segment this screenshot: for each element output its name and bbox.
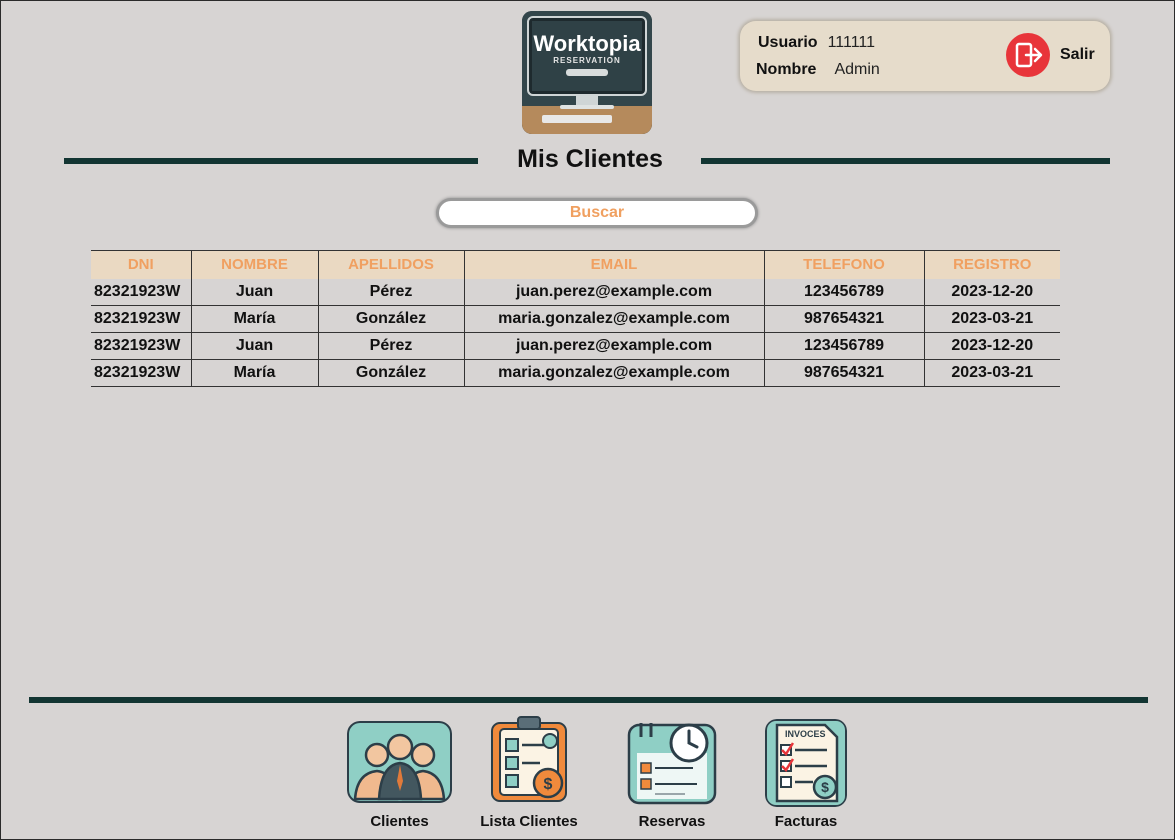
logo-name: Worktopia (533, 31, 641, 56)
nav-lista-clientes[interactable]: $ Lista Clientes (479, 716, 579, 830)
column-header-nombre: NOMBRE (190, 250, 318, 279)
title-rule-left (64, 158, 478, 164)
nav-facturas-label: Facturas (774, 813, 838, 830)
cell-registro: 2023-12-20 (923, 332, 1060, 360)
cell-telefono: 123456789 (763, 278, 924, 306)
cell-telefono: 987654321 (763, 359, 924, 387)
svg-text:$: $ (821, 779, 829, 795)
cell-apellidos: Pérez (317, 332, 464, 360)
cell-registro: 2023-03-21 (923, 359, 1060, 387)
cell-nombre: María (190, 359, 318, 387)
nav-clientes-label: Clientes (370, 813, 429, 830)
nav-lista-clientes-label: Lista Clientes (480, 813, 578, 830)
nav-reservas[interactable]: Reservas (627, 721, 717, 830)
nav-facturas[interactable]: INVOCES $ Facturas (765, 719, 847, 830)
cell-nombre: Juan (190, 278, 318, 306)
search-button[interactable]: Buscar (436, 198, 758, 228)
clients-group-icon (347, 721, 452, 803)
cell-apellidos: Pérez (317, 278, 464, 306)
client-list-clipboard-icon: $ (491, 716, 567, 802)
cell-nombre: María (190, 305, 318, 333)
table-row[interactable]: 82321923W María González maria.gonzalez@… (91, 359, 1060, 387)
cell-email: juan.perez@example.com (463, 332, 764, 360)
user-panel: Usuario 111111 Nombre Admin Salir (740, 21, 1110, 91)
cell-registro: 2023-12-20 (923, 278, 1060, 306)
page-title: Mis Clientes (517, 145, 663, 173)
logout-icon (1015, 42, 1043, 68)
table-row[interactable]: 82321923W Juan Pérez juan.perez@example.… (91, 332, 1060, 360)
cell-email: juan.perez@example.com (463, 278, 764, 306)
column-header-registro: REGISTRO (923, 250, 1060, 279)
cell-email: maria.gonzalez@example.com (463, 305, 764, 333)
cell-telefono: 123456789 (763, 332, 924, 360)
reservations-clock-icon (627, 723, 717, 805)
cell-registro: 2023-03-21 (923, 305, 1060, 333)
cell-dni: 82321923W (91, 305, 191, 333)
table-row[interactable]: 82321923W María González maria.gonzalez@… (91, 305, 1060, 333)
logout-button[interactable] (1006, 33, 1050, 77)
cell-nombre: Juan (190, 332, 318, 360)
cell-apellidos: González (317, 305, 464, 333)
clients-table: DNI NOMBRE APELLIDOS EMAIL TELEFONO REGI… (91, 250, 1060, 387)
worktopia-logo: Worktopia RESERVATION (522, 11, 652, 134)
table-header-row: DNI NOMBRE APELLIDOS EMAIL TELEFONO REGI… (91, 250, 1060, 279)
cell-email: maria.gonzalez@example.com (463, 359, 764, 387)
invoices-document-icon: INVOCES $ (765, 719, 847, 807)
cell-telefono: 987654321 (763, 305, 924, 333)
svg-text:INVOCES: INVOCES (785, 729, 826, 739)
svg-text:$: $ (544, 776, 553, 793)
footer-rule (29, 697, 1148, 703)
usuario-label: Usuario (758, 34, 818, 51)
table-row[interactable]: 82321923W Juan Pérez juan.perez@example.… (91, 278, 1060, 306)
column-header-email: EMAIL (463, 250, 764, 279)
usuario-value: 111111 (827, 34, 876, 51)
nombre-label: Nombre (756, 61, 817, 78)
column-header-dni: DNI (91, 250, 191, 279)
nombre-row: Nombre Admin (756, 61, 880, 79)
logout-label[interactable]: Salir (1060, 46, 1095, 64)
title-rule-right (701, 158, 1110, 164)
nombre-value: Admin (834, 61, 880, 78)
column-header-telefono: TELEFONO (763, 250, 924, 279)
column-header-apellidos: APELLIDOS (317, 250, 464, 279)
logo-subtitle: RESERVATION (553, 56, 620, 65)
cell-dni: 82321923W (91, 359, 191, 387)
cell-apellidos: González (317, 359, 464, 387)
usuario-row: Usuario 111111 (758, 34, 875, 52)
cell-dni: 82321923W (91, 332, 191, 360)
nav-clientes[interactable]: Clientes (347, 721, 452, 830)
cell-dni: 82321923W (91, 278, 191, 306)
nav-reservas-label: Reservas (638, 813, 706, 830)
